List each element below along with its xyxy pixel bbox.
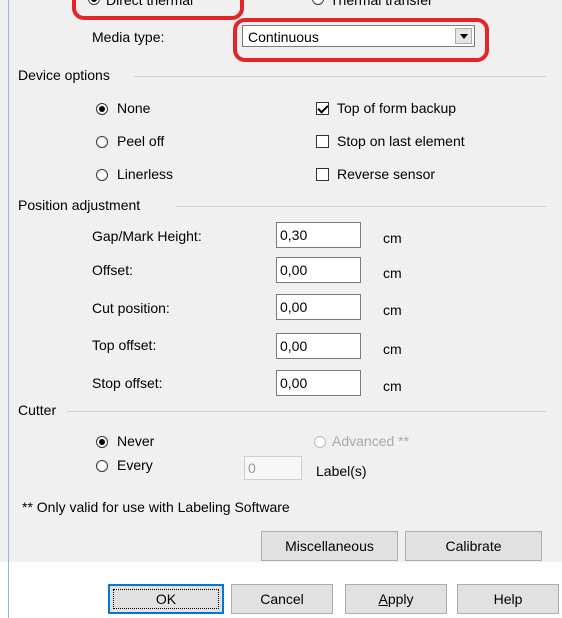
media-type-label: Media type: [92,29,165,45]
calibrate-button[interactable]: Calibrate [405,531,542,561]
miscellaneous-button-label: Miscellaneous [285,538,374,554]
stop-on-last-label: Stop on last element [337,133,465,149]
cutter-title: Cutter [18,402,57,418]
cut-position-label: Cut position: [92,300,170,316]
focus-rect [113,589,219,609]
apply-accelerator: A [378,591,388,607]
cut-position-value: 0,00 [280,299,308,315]
thermal-transfer-label: Thermal transfer [330,0,433,8]
checkbox-reverse-sensor[interactable] [316,168,329,181]
offset-input[interactable]: 0,00 [276,257,361,283]
linerless-label: Linerless [117,166,174,182]
every-count-input: 0 [244,456,302,480]
cut-position-input[interactable]: 0,00 [276,294,361,320]
highlight-media-type [233,18,489,62]
radio-none[interactable] [96,103,108,115]
highlight-direct-thermal [72,0,244,20]
stop-offset-input[interactable]: 0,00 [276,370,361,396]
peel-off-label: Peel off [117,133,165,149]
gap-mark-height-value: 0,30 [280,227,308,243]
cancel-button-label: Cancel [260,591,304,607]
apply-button[interactable]: Apply [345,584,447,614]
never-label: Never [117,433,155,449]
radio-linerless[interactable] [96,169,108,181]
every-label: Every [117,457,153,473]
labels-unit: Label(s) [316,463,367,479]
unit-label: cm [383,378,402,394]
unit-label: cm [383,341,402,357]
every-count-value: 0 [248,460,256,476]
checkbox-top-of-form-backup[interactable] [316,102,329,115]
help-button[interactable]: Help [457,584,559,614]
help-button-label: Help [493,591,523,607]
cancel-button[interactable]: Cancel [231,584,333,614]
top-offset-input[interactable]: 0,00 [276,333,361,359]
unit-label: cm [383,302,402,318]
unit-label: cm [383,230,402,246]
stop-offset-label: Stop offset: [92,375,163,391]
top-offset-label: Top offset: [92,337,157,353]
ok-button[interactable]: OK [108,584,224,614]
unit-label: cm [383,265,402,281]
window-border [8,0,9,618]
stop-offset-value: 0,00 [280,375,308,391]
top-offset-value: 0,00 [280,338,308,354]
footnote: ** Only valid for use with Labeling Soft… [22,499,290,515]
gap-mark-height-input[interactable]: 0,30 [276,222,361,248]
gap-mark-height-label: Gap/Mark Height: [92,228,202,244]
device-options-title: Device options [18,67,110,83]
calibrate-button-label: Calibrate [445,538,502,554]
reverse-sensor-label: Reverse sensor [337,166,436,182]
miscellaneous-button[interactable]: Miscellaneous [261,531,398,561]
group-divider [134,76,546,77]
top-of-form-label: Top of form backup [337,100,457,116]
position-adjustment-title: Position adjustment [18,197,141,213]
group-divider [67,411,546,412]
radio-cutter-every[interactable] [96,460,108,472]
group-divider [176,206,546,207]
none-label: None [117,100,151,116]
radio-peel-off[interactable] [96,136,108,148]
offset-label: Offset: [92,262,133,278]
radio-cutter-never[interactable] [96,436,108,448]
apply-button-label: pply [387,591,414,607]
checkbox-stop-on-last-element[interactable] [316,135,329,148]
radio-cutter-advanced [314,436,326,448]
advanced-label: Advanced ** [332,433,410,449]
offset-value: 0,00 [280,262,308,278]
